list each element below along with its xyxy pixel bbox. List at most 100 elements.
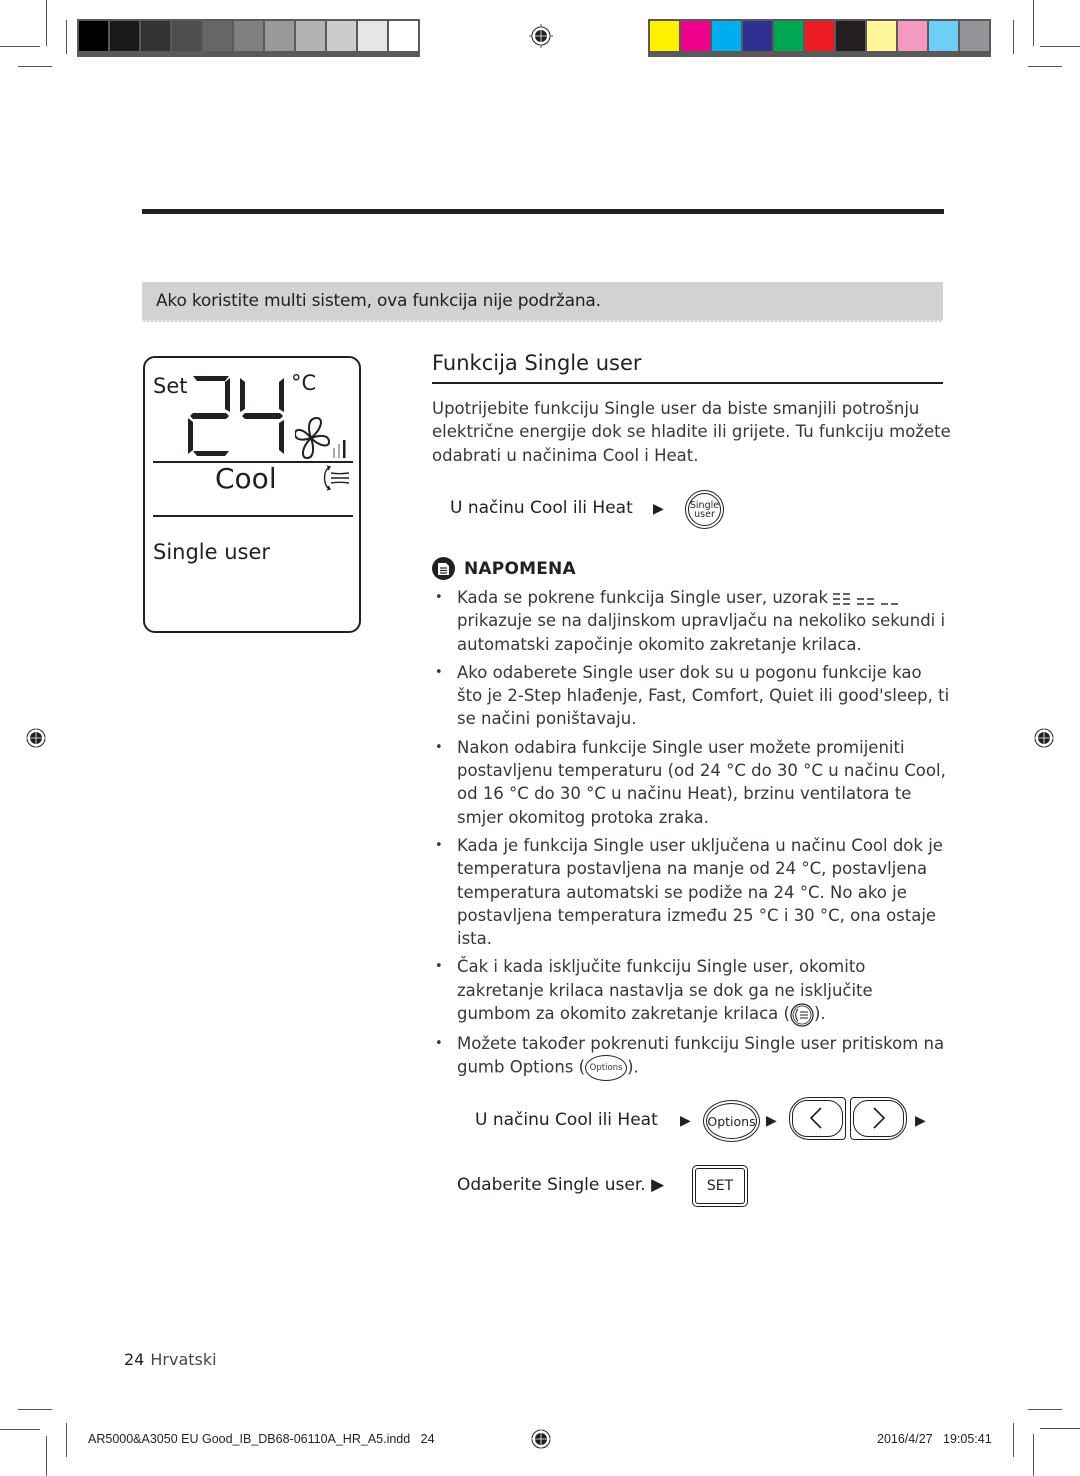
color-swatch: [867, 21, 896, 51]
color-swatch: [172, 21, 201, 51]
note-item: Ako odaberete Single user dok su u pogon…: [435, 661, 950, 731]
page-footer: 24 Hrvatski: [124, 1350, 217, 1369]
color-swatch: [141, 21, 170, 51]
color-swatch: [681, 21, 710, 51]
section-intro: Upotrijebite funkciju Single user da bis…: [432, 399, 951, 465]
color-swatch: [234, 21, 263, 51]
note-item: Kada je funkcija Single user uključena u…: [435, 834, 950, 950]
step-options: U načinu Cool ili Heat: [475, 1110, 658, 1130]
set-button[interactable]: SET: [692, 1165, 748, 1207]
left-button[interactable]: [789, 1097, 846, 1140]
note-item: Kada se pokrene funkcija Single user, uz…: [435, 586, 950, 656]
button-label: Options: [707, 1113, 756, 1129]
lcd-set-label: Set: [153, 374, 188, 398]
note-heading: NAPOMENA: [432, 557, 576, 580]
note-list: Kada se pokrene funkcija Single user, uz…: [435, 586, 950, 1086]
step-text: Odaberite Single user. ▶: [457, 1175, 665, 1195]
note-heading-label: NAPOMENA: [464, 558, 576, 579]
fan-icon: [295, 416, 346, 460]
section-title: Funkcija Single user: [432, 351, 642, 375]
remote-lcd-display: Set °C Cool Single user: [143, 356, 361, 633]
lcd-function-label: Single user: [153, 540, 271, 564]
section-title-rule: [432, 382, 943, 384]
lcd-mode: Cool: [215, 462, 277, 495]
crop-mark: [1013, 1423, 1014, 1457]
crop-mark: [46, 1436, 47, 1476]
file-slug: AR5000&A3050 EU Good_IB_DB68-06110A_HR_A…: [88, 1432, 435, 1446]
note-text: Kada se pokrene funkcija Single user, uz…: [457, 588, 834, 607]
right-button[interactable]: [850, 1097, 907, 1140]
lcd-unit: °C: [291, 371, 317, 395]
lcd-temperature-digits: [188, 376, 284, 456]
crop-mark: [0, 46, 40, 47]
display-pattern-icon: [833, 592, 899, 605]
color-swatch: [836, 21, 865, 51]
color-swatch: [296, 21, 325, 51]
note-item: Nakon odabira funkcije Single user možet…: [435, 736, 950, 829]
note-icon: [432, 557, 455, 580]
color-swatch: [79, 21, 108, 51]
color-swatch: [650, 21, 679, 51]
crop-mark: [1028, 1409, 1062, 1410]
crop-mark: [46, 0, 47, 46]
step-text: U načinu Cool ili Heat: [475, 1110, 658, 1130]
vertical-swing-icon: [323, 465, 350, 491]
registration-mark-icon: [529, 1427, 553, 1451]
crop-mark: [1033, 0, 1034, 46]
crop-mark: [1033, 1434, 1034, 1476]
note-item: Možete također pokrenuti funkciju Single…: [435, 1032, 950, 1081]
color-swatch: [960, 21, 989, 51]
button-label: SET: [706, 1178, 734, 1194]
arrow-right-icon: ▶: [653, 501, 664, 517]
options-button[interactable]: Options: [703, 1100, 760, 1142]
step-cool-heat: U načinu Cool ili Heat: [450, 498, 633, 518]
crop-mark: [66, 20, 67, 54]
note-text: prikazuje se na daljinskom upravljaču na…: [457, 611, 946, 654]
registration-mark-icon: [1032, 726, 1056, 750]
button-label: Single: [689, 499, 720, 511]
color-swatch: [110, 21, 139, 51]
single-user-button[interactable]: Single user: [685, 490, 724, 529]
color-swatch: [712, 21, 741, 51]
registration-mark-icon: [24, 726, 48, 750]
notice-banner: Ako koristite multi sistem, ova funkcija…: [142, 282, 943, 322]
step-select: Odaberite Single user. ▶: [457, 1175, 664, 1195]
color-swatch: [774, 21, 803, 51]
crop-mark: [66, 1423, 67, 1457]
crop-mark: [18, 1409, 52, 1410]
color-swatch: [203, 21, 232, 51]
grayscale-color-bar: [77, 19, 420, 57]
color-swatch: [898, 21, 927, 51]
button-label: user: [694, 508, 715, 520]
registration-mark-icon: [529, 24, 553, 48]
page-language: Hrvatski: [150, 1350, 217, 1369]
print-timestamp: 2016/4/27 19:05:41: [877, 1432, 992, 1446]
color-swatch: [929, 21, 958, 51]
section-top-rule: [142, 209, 944, 214]
crop-mark: [18, 66, 52, 67]
crop-mark: [1013, 20, 1014, 54]
crop-mark: [1040, 46, 1080, 47]
arrow-right-icon: ▶: [915, 1113, 926, 1129]
crop-mark: [1040, 1428, 1080, 1429]
button-label: Options: [589, 1062, 623, 1073]
color-swatch: [358, 21, 387, 51]
crop-mark: [0, 1429, 40, 1430]
note-item: Čak i kada isključite funkciju Single us…: [435, 955, 950, 1027]
color-swatch: [805, 21, 834, 51]
note-text: ).: [627, 1057, 639, 1077]
crop-mark: [1028, 66, 1062, 67]
color-swatch: [265, 21, 294, 51]
swing-button-icon: [790, 1002, 814, 1027]
color-swatch: [743, 21, 772, 51]
notice-text: Ako koristite multi sistem, ova funkcija…: [156, 291, 601, 311]
color-swatch: [327, 21, 356, 51]
color-swatch: [389, 21, 418, 51]
note-text: ).: [813, 1004, 826, 1024]
page-number: 24: [124, 1350, 145, 1369]
arrow-right-icon: ▶: [680, 1113, 691, 1129]
note-text: Možete također pokrenuti funkciju Single…: [457, 1033, 945, 1077]
lcd-divider: [153, 515, 353, 517]
options-button-icon: Options: [585, 1054, 628, 1081]
cmyk-color-bar: [648, 19, 991, 57]
